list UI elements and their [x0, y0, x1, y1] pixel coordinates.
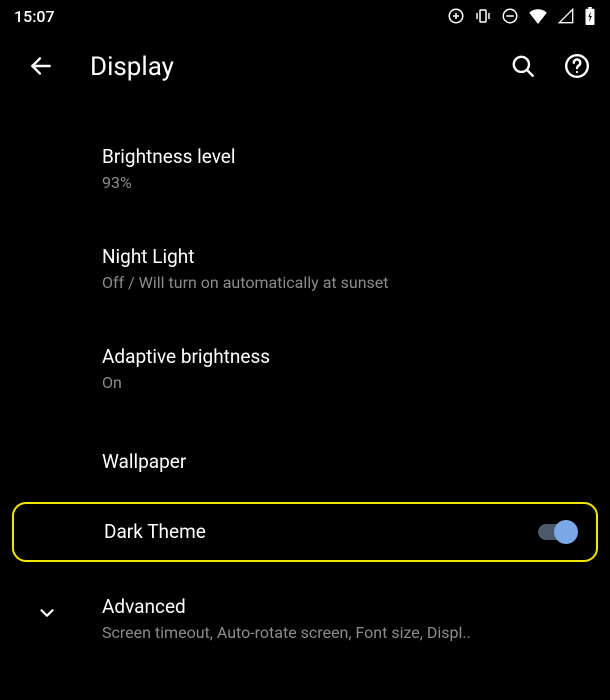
do-not-disturb-icon	[501, 7, 519, 25]
battery-charging-icon	[584, 7, 596, 25]
dark-theme-highlight: Dark Theme	[12, 502, 598, 562]
setting-title: Night Light	[102, 244, 586, 270]
status-bar: 15:07	[0, 0, 610, 32]
search-icon	[510, 53, 536, 82]
signal-icon	[557, 8, 575, 24]
setting-title: Dark Theme	[104, 519, 518, 545]
setting-subtitle: 93%	[102, 172, 586, 194]
app-bar: Display	[0, 32, 610, 102]
chevron-down-icon	[36, 602, 58, 628]
page-title: Display	[90, 52, 474, 82]
add-alarm-icon	[447, 7, 465, 25]
setting-dark-theme[interactable]: Dark Theme	[14, 504, 596, 560]
arrow-back-icon	[28, 53, 54, 82]
status-icons	[447, 7, 596, 25]
setting-title: Advanced	[102, 594, 586, 620]
setting-title: Brightness level	[102, 144, 586, 170]
setting-title: Adaptive brightness	[102, 344, 586, 370]
setting-adaptive-brightness[interactable]: Adaptive brightness On	[0, 328, 610, 410]
setting-night-light[interactable]: Night Light Off / Will turn on automatic…	[0, 228, 610, 310]
dark-theme-toggle[interactable]	[536, 519, 580, 545]
toggle-thumb	[554, 520, 578, 544]
setting-brightness-level[interactable]: Brightness level 93%	[0, 128, 610, 210]
setting-subtitle: On	[102, 372, 586, 394]
help-button[interactable]	[564, 53, 590, 82]
wifi-icon	[528, 8, 548, 24]
setting-wallpaper[interactable]: Wallpaper	[0, 428, 610, 496]
setting-subtitle: Screen timeout, Auto-rotate screen, Font…	[102, 622, 582, 644]
help-icon	[564, 53, 590, 82]
back-button[interactable]	[28, 53, 54, 82]
app-bar-actions	[510, 53, 590, 82]
setting-title: Wallpaper	[102, 449, 586, 475]
settings-list: Brightness level 93% Night Light Off / W…	[0, 102, 610, 660]
setting-advanced[interactable]: Advanced Screen timeout, Auto-rotate scr…	[0, 576, 610, 660]
status-time: 15:07	[14, 7, 55, 26]
search-button[interactable]	[510, 53, 536, 82]
vibrate-icon	[474, 7, 492, 25]
setting-subtitle: Off / Will turn on automatically at suns…	[102, 272, 586, 294]
